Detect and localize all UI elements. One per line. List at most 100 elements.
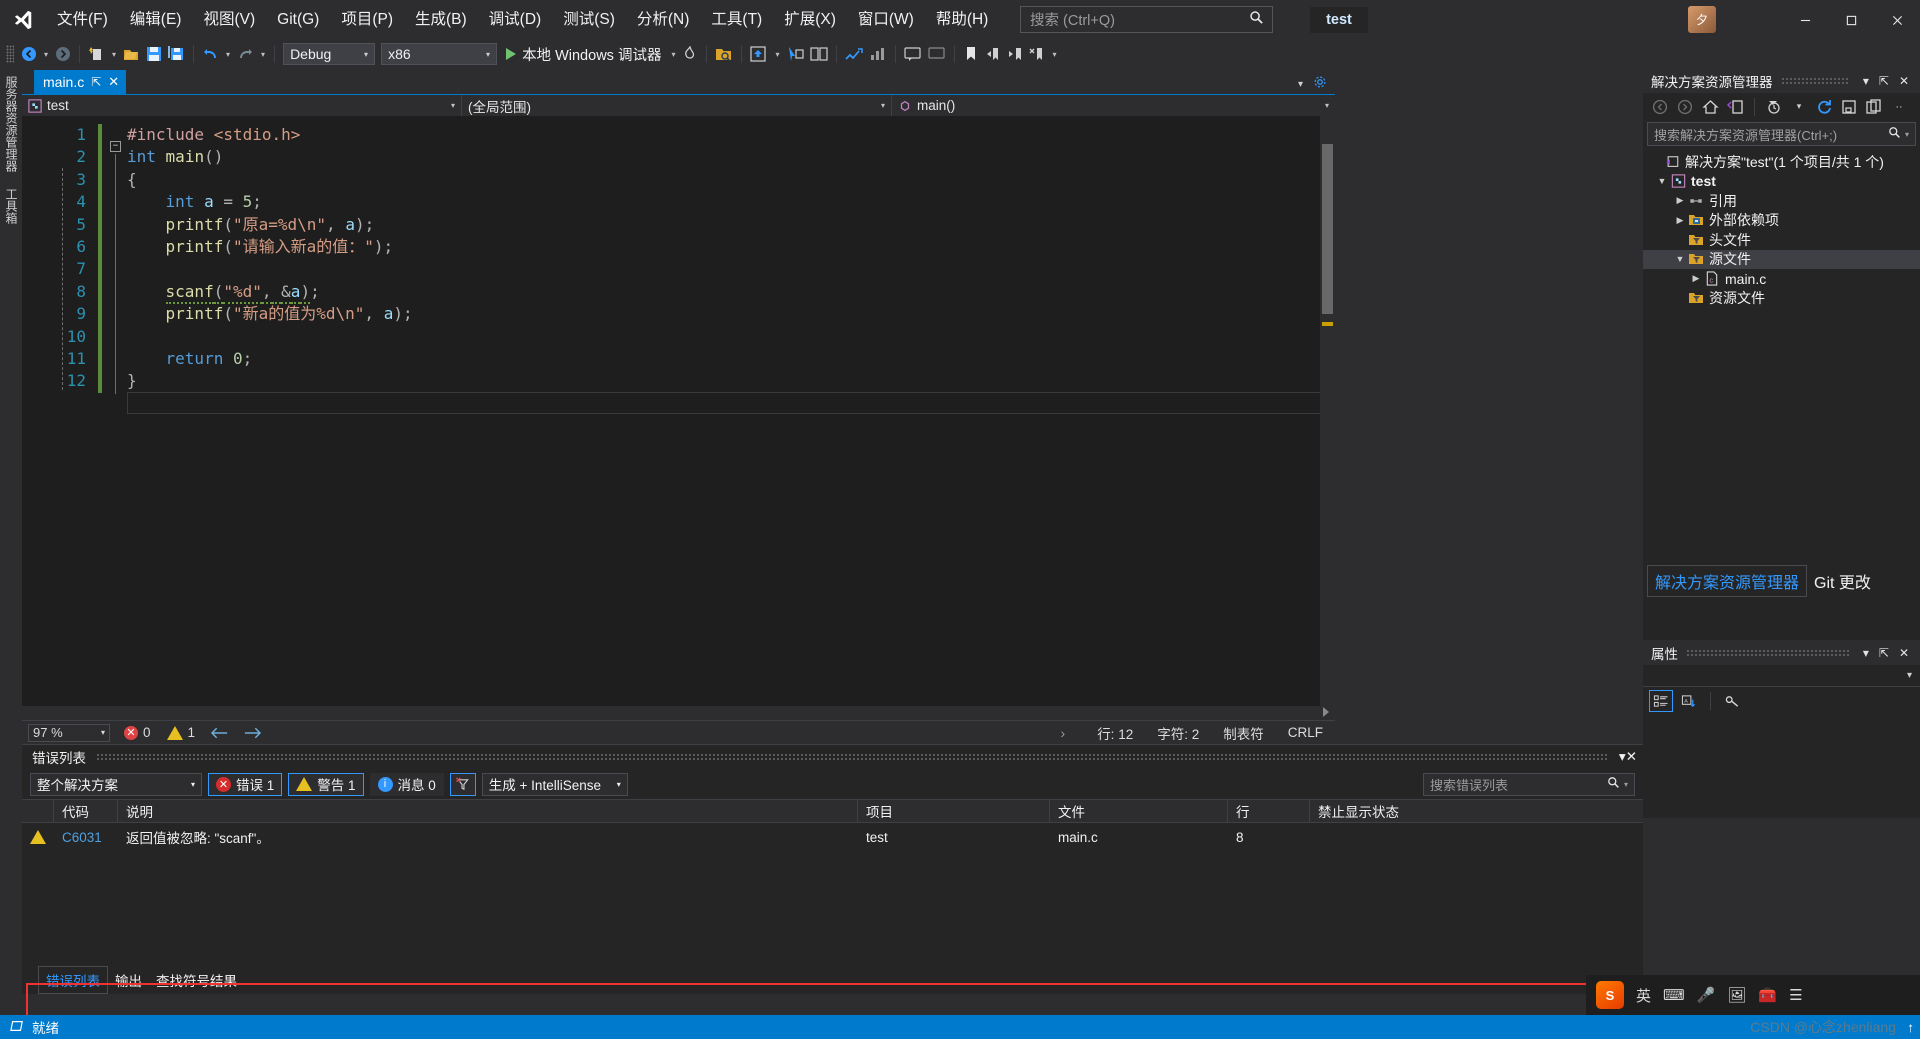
menu-item-debug[interactable]: 调试(D) — [478, 6, 553, 34]
expander-icon[interactable]: ▼ — [1673, 254, 1687, 264]
redo-dropdown-icon[interactable]: ▾ — [257, 50, 269, 59]
save-all-icon[interactable] — [165, 42, 188, 66]
expander-icon[interactable]: ▶ — [1673, 195, 1687, 206]
solution-configuration-combo[interactable]: Debug ▾ — [283, 43, 376, 65]
code-editor[interactable]: 1 2 3 4 5 6 7 8 9 10 11 12 − #include <s… — [22, 116, 1335, 720]
scroll-right-arrow-icon[interactable]: › — [1049, 725, 1086, 741]
tree-item-solution[interactable]: 解决方案"test"(1 个项目/共 1 个) — [1643, 152, 1920, 172]
show-all-files-icon[interactable] — [1863, 97, 1885, 117]
drag-handle[interactable] — [1780, 76, 1850, 85]
microphone-icon[interactable]: 🎤 — [1697, 986, 1716, 1004]
toolbar-grip[interactable] — [6, 45, 14, 63]
next-bookmark-icon[interactable] — [1004, 42, 1026, 66]
menu-item-window[interactable]: 窗口(W) — [847, 6, 925, 34]
tab-git-changes[interactable]: Git 更改 — [1807, 566, 1878, 596]
toggle-errors-button[interactable]: ✕ 错误 1 — [208, 772, 283, 796]
navbar-project-combo[interactable]: test ▾ — [22, 94, 462, 117]
pending-changes-icon[interactable] — [1763, 97, 1785, 117]
switch-views-icon[interactable] — [1724, 97, 1746, 117]
maximize-button[interactable] — [1828, 0, 1874, 40]
undo-icon[interactable] — [199, 42, 222, 66]
expander-icon[interactable]: ▶ — [1689, 273, 1703, 284]
clear-bookmarks-icon[interactable] — [1026, 42, 1048, 66]
toolbox-icon[interactable]: 🧰 — [1758, 986, 1777, 1004]
editor-vertical-scrollbar[interactable] — [1320, 116, 1335, 720]
preview-window-icon[interactable] — [747, 42, 771, 66]
column-header-code[interactable]: 代码 — [54, 799, 118, 823]
expander-icon[interactable]: ▶ — [1673, 215, 1687, 226]
comment-icon[interactable] — [901, 42, 925, 66]
menu-item-analyze[interactable]: 分析(N) — [626, 6, 701, 34]
zoom-level-combo[interactable]: 97 % ▾ — [28, 723, 110, 742]
pin-icon[interactable]: ⇱ — [1874, 646, 1894, 660]
forward-icon[interactable] — [1674, 97, 1696, 117]
column-header-icon[interactable] — [22, 799, 54, 823]
menu-item-help[interactable]: 帮助(H) — [925, 6, 1000, 34]
error-scope-combo[interactable]: 整个解决方案 ▾ — [30, 772, 202, 796]
chevron-down-icon[interactable]: ▾ — [1858, 646, 1874, 660]
tree-item-main-c[interactable]: ▶ c main.c — [1643, 269, 1920, 289]
live-visual-tree-icon[interactable] — [807, 42, 831, 66]
back-icon[interactable] — [1649, 97, 1671, 117]
start-debugging-button[interactable]: 本地 Windows 调试器 — [500, 42, 667, 66]
menu-item-build[interactable]: 生成(B) — [404, 6, 478, 34]
menu-item-tools[interactable]: 工具(T) — [700, 6, 773, 34]
close-icon[interactable]: ✕ — [108, 74, 119, 90]
solution-platform-combo[interactable]: x86 ▾ — [381, 43, 498, 65]
properties-object-combo[interactable]: ▾ — [1643, 665, 1920, 687]
collapse-block-icon[interactable]: − — [110, 141, 121, 152]
navigate-forward-icon[interactable] — [52, 42, 74, 66]
clear-filters-button[interactable] — [449, 772, 476, 796]
ime-language-label[interactable]: 英 — [1636, 985, 1651, 1006]
chevron-down-icon[interactable]: ▾ — [1298, 79, 1303, 90]
overflow-icon[interactable]: ·· — [1888, 97, 1910, 117]
step-chart-icon[interactable] — [842, 42, 866, 66]
tree-item-external-dependencies[interactable]: ▶ 外部依赖项 — [1643, 211, 1920, 231]
alphabetical-view-icon[interactable]: A — [1677, 690, 1701, 712]
gear-icon[interactable] — [1313, 75, 1327, 94]
menu-item-test[interactable]: 测试(S) — [552, 6, 626, 34]
pin-icon[interactable]: ⇱ — [91, 75, 101, 89]
line-ending-mode[interactable]: CRLF — [1276, 725, 1335, 740]
sogou-logo-icon[interactable]: S — [1596, 981, 1624, 1009]
tree-item-references[interactable]: ▶ 引用 — [1643, 191, 1920, 211]
menu-item-view[interactable]: 视图(V) — [192, 6, 266, 34]
chevron-down-icon[interactable]: ▾ — [1619, 749, 1626, 765]
tab-solution-explorer[interactable]: 解决方案资源管理器 — [1647, 565, 1808, 597]
select-element-icon[interactable] — [783, 42, 807, 66]
uncomment-icon[interactable] — [925, 42, 949, 66]
tab-error-list[interactable]: 错误列表 — [38, 966, 108, 994]
close-icon[interactable]: ✕ — [1894, 646, 1914, 660]
previous-issue-button[interactable] — [203, 726, 236, 740]
avatar[interactable]: 夕 — [1688, 6, 1716, 33]
indent-mode[interactable]: 制表符 — [1211, 723, 1276, 743]
close-icon[interactable]: ✕ — [1894, 74, 1914, 88]
menu-item-extensions[interactable]: 扩展(X) — [773, 6, 847, 34]
pin-icon[interactable]: ⇱ — [1874, 74, 1894, 88]
previous-bookmark-icon[interactable] — [982, 42, 1004, 66]
undo-dropdown-icon[interactable]: ▾ — [222, 50, 234, 59]
toggle-warnings-button[interactable]: 警告 1 — [288, 772, 364, 796]
column-header-line[interactable]: 行 — [1228, 799, 1310, 823]
sidebar-item-toolbox[interactable]: 工具箱 — [0, 180, 23, 232]
start-debugging-dropdown-icon[interactable]: ▾ — [667, 50, 679, 59]
categorized-view-icon[interactable] — [1649, 690, 1673, 712]
scrollbar-thumb[interactable] — [1322, 144, 1333, 314]
row-code[interactable]: C6031 — [54, 823, 118, 851]
build-filter-combo[interactable]: 生成 + IntelliSense ▾ — [481, 772, 628, 796]
navigate-backward-dropdown-icon[interactable]: ▾ — [40, 50, 52, 59]
chevron-down-icon[interactable]: ▾ — [1858, 74, 1874, 88]
expander-icon[interactable]: ▼ — [1655, 176, 1669, 186]
column-header-description[interactable]: 说明 — [118, 799, 858, 823]
menu-item-file[interactable]: 文件(F) — [46, 6, 119, 34]
editor-horizontal-scrollbar[interactable] — [22, 706, 1335, 720]
error-list-search-input[interactable]: 搜索错误列表 ▾ — [1423, 772, 1635, 796]
editor-warning-count[interactable]: 1 — [159, 725, 204, 740]
chevron-down-icon[interactable]: ▾ — [1901, 130, 1909, 139]
search-folder-icon[interactable] — [712, 42, 736, 66]
new-project-dropdown-icon[interactable]: ▾ — [108, 50, 120, 59]
hot-reload-icon[interactable] — [679, 42, 701, 66]
toggle-messages-button[interactable]: i 消息 0 — [369, 772, 444, 796]
close-button[interactable] — [1874, 0, 1920, 40]
chevron-down-icon[interactable]: ▾ — [1788, 97, 1810, 117]
